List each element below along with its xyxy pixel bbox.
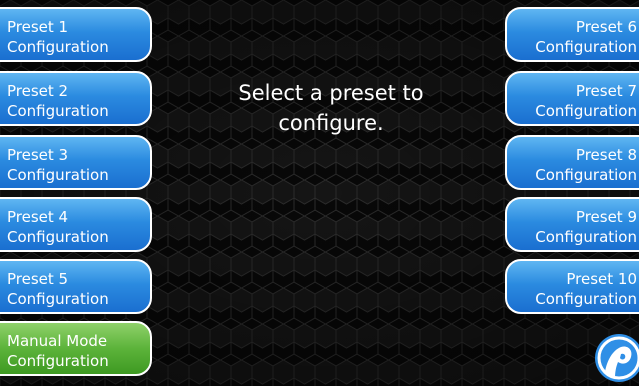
instruction-line-2: configure. <box>278 111 384 135</box>
brand-logo-icon <box>595 334 639 382</box>
preset-9-config-button[interactable]: Preset 9 Configuration <box>505 197 639 252</box>
instruction-line-1: Select a preset to <box>238 81 424 105</box>
preset-8-config-button[interactable]: Preset 8 Configuration <box>505 135 639 190</box>
preset-6-config-button[interactable]: Preset 6 Configuration <box>505 7 639 62</box>
preset-8-label: Preset 8 <box>575 146 637 164</box>
manual-mode-sublabel: Configuration <box>7 352 109 370</box>
preset-6-label: Preset 6 <box>575 18 637 36</box>
preset-8-sublabel: Configuration <box>535 166 637 184</box>
preset-4-label: Preset 4 <box>7 208 69 226</box>
preset-7-label: Preset 7 <box>575 82 637 100</box>
preset-4-config-button[interactable]: Preset 4 Configuration <box>0 197 152 252</box>
preset-4-sublabel: Configuration <box>7 228 109 246</box>
preset-9-label: Preset 9 <box>575 208 637 226</box>
preset-7-sublabel: Configuration <box>535 102 637 120</box>
preset-10-config-button[interactable]: Preset 10 Configuration <box>505 259 639 314</box>
manual-mode-config-button[interactable]: Manual Mode Configuration <box>0 321 152 376</box>
preset-7-config-button[interactable]: Preset 7 Configuration <box>505 71 639 126</box>
preset-2-config-button[interactable]: Preset 2 Configuration <box>0 71 152 126</box>
preset-10-sublabel: Configuration <box>535 290 637 308</box>
preset-configuration-screen: Preset 1 Configuration Preset 2 Configur… <box>0 0 639 386</box>
preset-1-config-button[interactable]: Preset 1 Configuration <box>0 7 152 62</box>
preset-10-label: Preset 10 <box>566 270 637 288</box>
preset-5-sublabel: Configuration <box>7 290 109 308</box>
preset-6-sublabel: Configuration <box>535 38 637 56</box>
preset-3-sublabel: Configuration <box>7 166 109 184</box>
preset-3-config-button[interactable]: Preset 3 Configuration <box>0 135 152 190</box>
instruction-text: Select a preset to configure. <box>200 78 462 138</box>
preset-1-label: Preset 1 <box>7 18 69 36</box>
preset-2-sublabel: Configuration <box>7 102 109 120</box>
preset-3-label: Preset 3 <box>7 146 69 164</box>
preset-2-label: Preset 2 <box>7 82 69 100</box>
preset-5-config-button[interactable]: Preset 5 Configuration <box>0 259 152 314</box>
preset-9-sublabel: Configuration <box>535 228 637 246</box>
preset-5-label: Preset 5 <box>7 270 69 288</box>
preset-1-sublabel: Configuration <box>7 38 109 56</box>
manual-mode-label: Manual Mode <box>7 332 108 350</box>
